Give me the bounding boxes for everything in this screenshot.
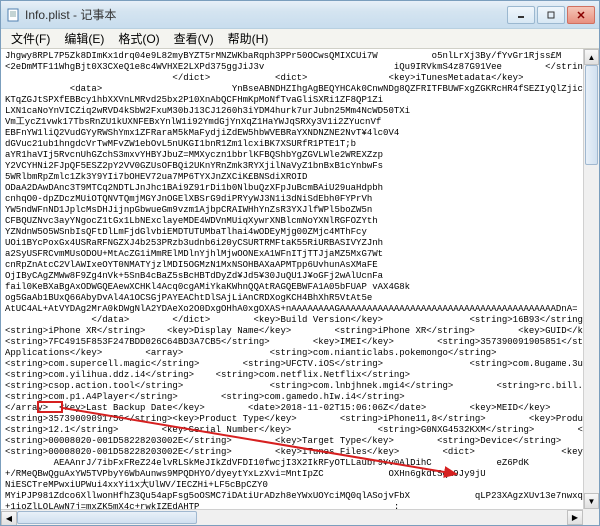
scroll-down-arrow-icon[interactable]: ▼	[584, 493, 599, 509]
horizontal-scroll-thumb[interactable]	[17, 511, 197, 524]
scroll-right-arrow-icon[interactable]: ▶	[567, 510, 583, 525]
horizontal-scrollbar[interactable]: ◀ ▶	[1, 509, 583, 525]
text-area[interactable]: Jhgwy8RPL7P5Zk8DImKx1drq04e9L82myBYZT5rM…	[1, 49, 583, 509]
menubar: 文件(F) 编辑(E) 格式(O) 查看(V) 帮助(H)	[1, 29, 599, 49]
scroll-up-arrow-icon[interactable]: ▲	[584, 49, 599, 65]
titlebar: Info.plist - 记事本	[1, 1, 599, 29]
notepad-window: Info.plist - 记事本 文件(F) 编辑(E) 格式(O) 查看(V)…	[0, 0, 600, 526]
content-area: Jhgwy8RPL7P5Zk8DImKx1drq04e9L82myBYZT5rM…	[1, 49, 599, 525]
window-controls	[507, 6, 595, 24]
minimize-button[interactable]	[507, 6, 535, 24]
vertical-scroll-thumb[interactable]	[585, 65, 598, 165]
menu-view[interactable]: 查看(V)	[168, 28, 220, 49]
plist-content[interactable]: Jhgwy8RPL7P5Zk8DImKx1drq04e9L82myBYZT5rM…	[1, 49, 583, 509]
notepad-icon	[5, 7, 21, 23]
menu-help[interactable]: 帮助(H)	[222, 28, 275, 49]
scrollbar-corner	[583, 509, 599, 525]
window-title: Info.plist - 记事本	[25, 6, 507, 23]
vertical-scrollbar[interactable]: ▲ ▼	[583, 49, 599, 509]
maximize-button[interactable]	[537, 6, 565, 24]
scroll-left-arrow-icon[interactable]: ◀	[1, 511, 17, 525]
menu-file[interactable]: 文件(F)	[5, 28, 56, 49]
menu-edit[interactable]: 编辑(E)	[58, 28, 110, 49]
close-button[interactable]	[567, 6, 595, 24]
menu-format[interactable]: 格式(O)	[112, 28, 165, 49]
